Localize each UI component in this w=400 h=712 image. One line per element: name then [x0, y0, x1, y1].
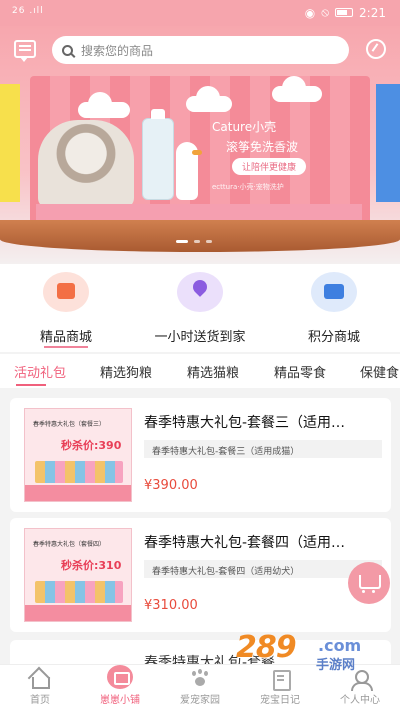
site-watermark: 289 .com 手游网	[236, 630, 382, 673]
product-price: ¥310.00	[144, 598, 198, 613]
banner-small-text: ecttura·小壳·宠物洗护	[212, 183, 284, 191]
product-card[interactable]: 春季特惠大礼包（套餐四） 秒杀价:310 春季特惠大礼包-套餐四（适用… 春季特…	[10, 518, 391, 632]
tab-activity-gift[interactable]: 活动礼包	[14, 362, 66, 381]
thumb-price: 秒杀价:390	[61, 439, 122, 452]
signal-indicator: 26 .ıll	[12, 6, 44, 16]
eye-icon: ◉	[304, 5, 316, 20]
home-icon	[29, 669, 51, 689]
quick-menu-label: 一小时送货到家	[154, 330, 246, 345]
watermark-domain: .com	[318, 636, 362, 655]
product-title: 春季特惠大礼包-套餐四（适用…	[144, 535, 346, 551]
thumb-base	[25, 485, 131, 501]
banner-prev-slide	[0, 84, 20, 202]
thumb-base	[25, 605, 131, 621]
thumb-title: 春季特惠大礼包（套餐三）	[33, 421, 106, 428]
product-tag: 春季特惠大礼包-套餐四（适用幼犬）	[144, 560, 382, 578]
carousel-dot	[206, 240, 212, 243]
quick-menu-item-points-mall[interactable]: 积分商城	[298, 272, 370, 345]
status-right: ◉ ⦸ 2:21	[305, 5, 386, 20]
product-thumbnail: 春季特惠大礼包（套餐四） 秒杀价:310	[24, 528, 132, 622]
location-pin-icon	[177, 272, 223, 312]
watermark-number: 289	[236, 630, 297, 665]
diary-icon	[269, 669, 291, 691]
promo-banner[interactable]: Cature小壳 滚筝免洗香波 让陪伴更健康 ecttura·小壳·宠物洗护	[0, 76, 400, 252]
cart-icon[interactable]	[348, 562, 390, 604]
status-bar: 26 .ıll ◉ ⦸ 2:21	[0, 0, 400, 26]
banner-next-slide	[376, 84, 400, 202]
watermark-caption: 手游网	[316, 658, 356, 673]
carousel-indicator	[176, 240, 212, 243]
header: 搜索您的商品	[0, 32, 400, 68]
product-price: ¥390.00	[144, 478, 198, 493]
products-image	[35, 461, 123, 483]
tab-cat-food[interactable]: 精选猫粮	[187, 362, 239, 381]
thumb-title: 春季特惠大礼包（套餐四）	[33, 541, 106, 548]
tab-shop[interactable]: 崽崽小铺	[80, 665, 160, 706]
quick-menu-active-underline	[44, 346, 88, 348]
tab-label: 崽崽小铺	[100, 695, 140, 706]
tab-snacks[interactable]: 精品零食	[274, 362, 326, 381]
products-image	[35, 581, 123, 603]
category-tabs: 活动礼包 精选狗粮 精选猫粮 精品零食 保健食	[0, 354, 400, 388]
quick-menu-item-delivery[interactable]: 一小时送货到家	[140, 272, 260, 345]
shop-icon	[107, 665, 133, 689]
banner-title: Cature小壳	[212, 120, 277, 134]
product-title: 春季特惠大礼包-套餐三（适用…	[144, 415, 346, 431]
category-active-underline	[16, 384, 46, 386]
cat-image	[38, 120, 134, 208]
product-thumbnail: 春季特惠大礼包（套餐三） 秒杀价:390	[24, 408, 132, 502]
basket-icon	[311, 272, 357, 312]
search-icon	[62, 44, 73, 56]
product-card[interactable]: 春季特惠大礼包（套餐三） 秒杀价:390 春季特惠大礼包-套餐三（适用… 春季特…	[10, 398, 391, 512]
cloud-decoration	[272, 76, 322, 102]
gift-bag-icon	[43, 272, 89, 312]
quick-menu: 精品商城 一小时送货到家 积分商城	[0, 264, 400, 352]
cloud-decoration	[78, 92, 130, 118]
search-bar[interactable]: 搜索您的商品	[52, 36, 349, 64]
banner-pill: 让陪伴更健康	[232, 158, 307, 175]
tab-dog-food[interactable]: 精选狗粮	[100, 362, 152, 381]
quick-menu-label: 精品商城	[39, 330, 92, 345]
mute-icon: ⦸	[321, 5, 330, 19]
cloud-decoration	[186, 86, 232, 112]
paw-icon	[189, 669, 211, 689]
thumb-price: 秒杀价:310	[61, 559, 122, 572]
carousel-dot	[194, 240, 200, 243]
scan-icon[interactable]	[366, 39, 386, 59]
clock: 2:21	[359, 5, 386, 20]
quick-menu-item-mall[interactable]: 精品商城	[30, 272, 102, 345]
tab-home[interactable]: 首页	[0, 669, 80, 706]
battery-icon	[335, 8, 354, 17]
tab-profile[interactable]: 个人中心	[320, 669, 400, 706]
tab-pet-diary[interactable]: 宠宝日记	[240, 669, 320, 706]
duck-toy-image	[176, 142, 202, 200]
wooden-stage-floor	[0, 220, 400, 252]
message-icon[interactable]	[14, 40, 36, 62]
tab-health[interactable]: 保健食	[360, 362, 399, 381]
tab-label: 首页	[30, 695, 50, 706]
search-placeholder: 搜索您的商品	[81, 43, 154, 58]
carousel-dot	[176, 240, 188, 243]
tab-label: 个人中心	[340, 695, 380, 706]
quick-menu-label: 积分商城	[307, 330, 360, 345]
tab-label: 爱宠家园	[180, 695, 220, 706]
shampoo-bottle-image	[142, 109, 174, 200]
tab-label: 宠宝日记	[260, 695, 300, 706]
tab-pet-home[interactable]: 爱宠家园	[160, 669, 240, 706]
banner-subtitle: 滚筝免洗香波	[226, 140, 299, 154]
product-tag: 春季特惠大礼包-套餐三（适用成猫）	[144, 440, 382, 458]
